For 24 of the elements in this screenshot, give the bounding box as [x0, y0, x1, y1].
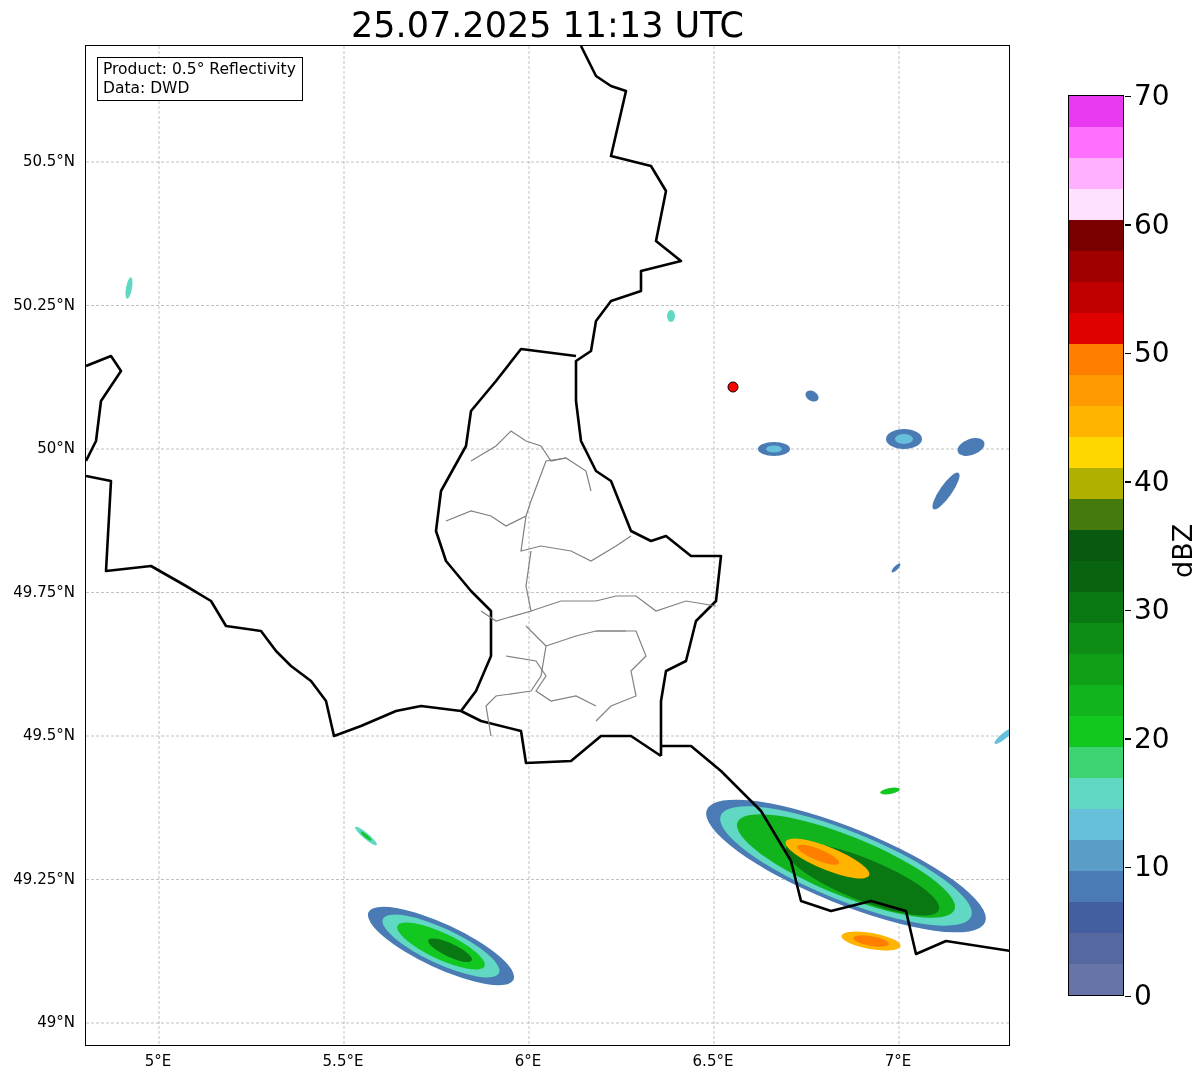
colorbar-tick-label: 10	[1134, 852, 1170, 883]
axis-tick-label: 49.5°N	[22, 726, 75, 744]
axis-tick-label: 5°E	[144, 1052, 172, 1070]
axis-tick-label: 50.5°N	[22, 152, 75, 170]
colorbar-tick-label: 20	[1134, 723, 1170, 754]
legend-text: Product: 0.5° Reflectivity	[103, 60, 296, 79]
colorbar-tick-label: 30	[1134, 595, 1170, 626]
colorbar-tick-label: 40	[1134, 466, 1170, 497]
axis-tick-label: 6.5°E	[692, 1052, 734, 1070]
axis-tick-label: 49.75°N	[13, 582, 75, 601]
axis-tick-label: 49°N	[37, 1013, 75, 1031]
colorbar-tick-label: 0	[1134, 981, 1152, 1011]
colorbar-label: dBZ	[1168, 523, 1198, 578]
colorbar-tick-label: 60	[1134, 209, 1170, 240]
colorbar-tick-label: 70	[1134, 81, 1170, 111]
axis-tick-label: 6°E	[514, 1052, 542, 1070]
legend-text: Data: DWD	[103, 79, 191, 98]
axis-tick-label: 7°E	[884, 1052, 912, 1070]
axis-tick-label: 50.25°N	[13, 295, 75, 314]
axis-tick-label: 50°N	[37, 439, 75, 457]
chart-title: 25.07.2025 11:13 UTC	[350, 4, 745, 46]
axis-tick-label: 5.5°E	[322, 1052, 364, 1070]
colorbar-tick-label: 50	[1134, 338, 1170, 369]
axis-tick-label: 49.25°N	[13, 869, 75, 888]
